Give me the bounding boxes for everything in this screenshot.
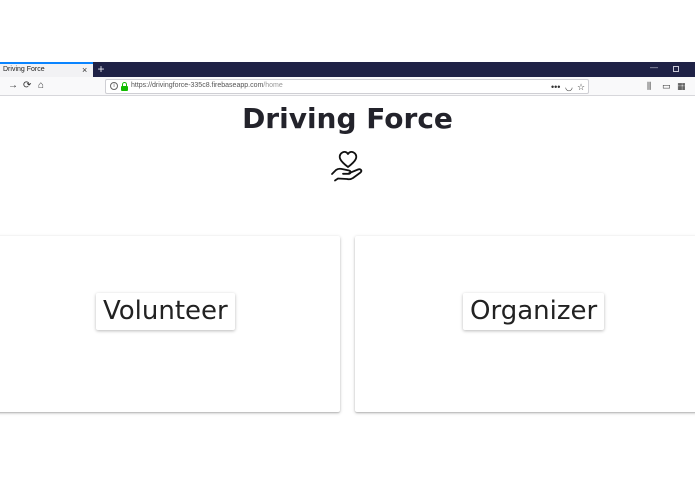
home-icon[interactable]: ⌂ xyxy=(38,79,44,93)
blank-top-area xyxy=(0,0,695,62)
volunteer-button[interactable]: Volunteer xyxy=(96,293,235,330)
url-text[interactable]: https://drivingforce-335c8.firebaseapp.c… xyxy=(131,82,283,89)
url-path: /home xyxy=(263,82,283,89)
navigation-bar: → ⟳ ⌂ i https://drivingforce-335c8.fireb… xyxy=(0,77,695,96)
organizer-button[interactable]: Organizer xyxy=(463,293,605,330)
reload-icon[interactable]: ⟳ xyxy=(23,79,31,93)
lock-icon[interactable] xyxy=(121,82,128,91)
bookmark-star-icon[interactable]: ☆ xyxy=(577,81,585,93)
pocket-icon[interactable]: ◡ xyxy=(565,81,573,93)
tab-bar: Driving Force × + — xyxy=(0,62,695,77)
minimize-icon[interactable]: — xyxy=(650,63,658,72)
url-bar[interactable]: i https://drivingforce-335c8.firebaseapp… xyxy=(105,79,589,94)
organizer-card: Organizer xyxy=(355,236,695,412)
page-title: Driving Force xyxy=(242,102,453,135)
close-tab-icon[interactable]: × xyxy=(82,64,87,76)
volunteer-card: Volunteer xyxy=(0,236,340,412)
library-icon[interactable]: ⫼ xyxy=(647,80,651,92)
url-host: https://drivingforce-335c8.firebaseapp.c… xyxy=(131,82,264,89)
tab-title: Driving Force xyxy=(3,66,45,73)
page-actions-icon[interactable]: ••• xyxy=(551,81,560,93)
tab-driving-force[interactable]: Driving Force × xyxy=(0,62,93,77)
heart-in-hand-icon xyxy=(331,150,363,182)
sidebar-icon[interactable]: ▭ xyxy=(662,80,671,92)
maximize-icon[interactable] xyxy=(673,66,679,72)
new-tab-button[interactable]: + xyxy=(96,62,106,76)
info-icon[interactable]: i xyxy=(110,82,118,90)
forward-icon[interactable]: → xyxy=(8,79,18,93)
extension-icon[interactable]: ▦ xyxy=(677,80,686,92)
